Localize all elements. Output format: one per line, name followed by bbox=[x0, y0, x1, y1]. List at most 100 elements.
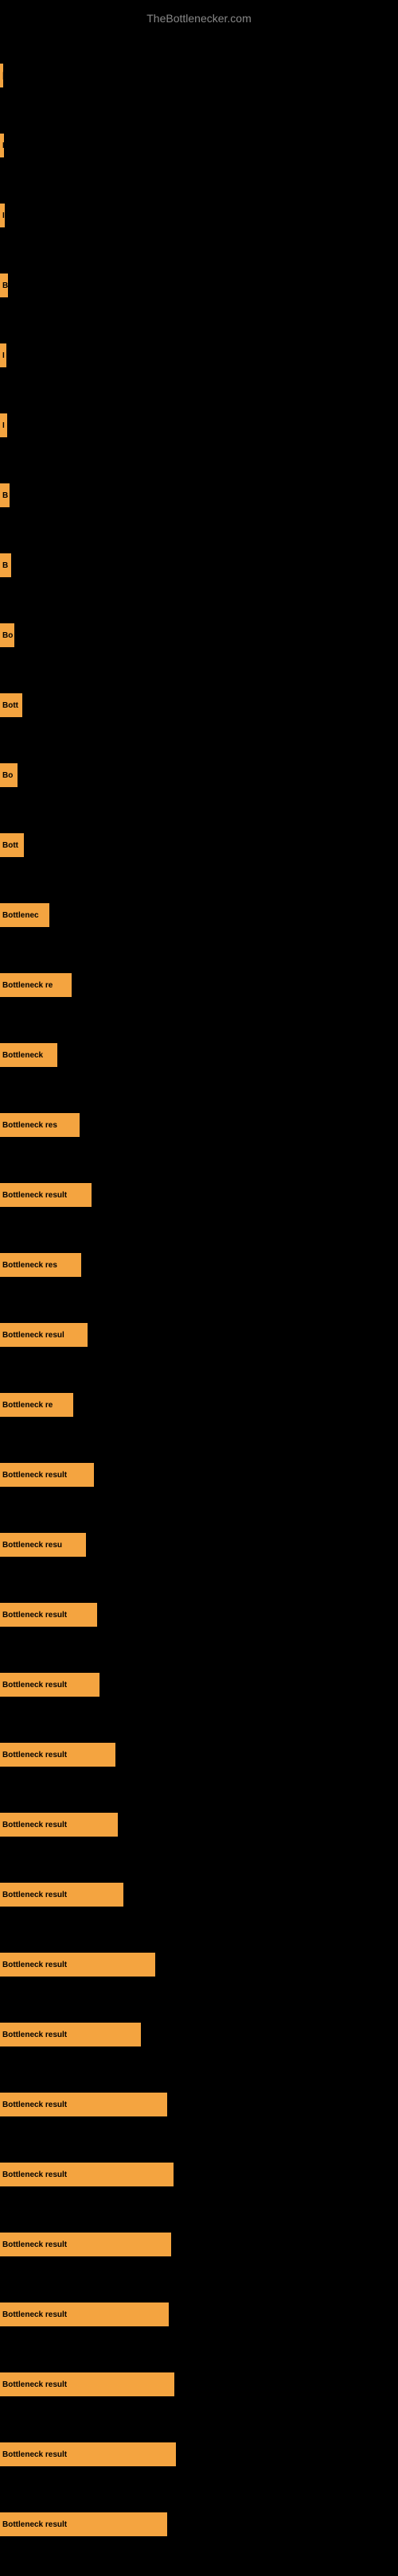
bar-label: Bottleneck result bbox=[2, 2240, 67, 2249]
bar-row: Bott bbox=[0, 833, 398, 897]
bar: Bottleneck bbox=[0, 1043, 57, 1067]
bar-label: Bottleneck res bbox=[2, 1261, 57, 1270]
bar-row: Bottleneck result bbox=[0, 1183, 398, 1247]
bar-label: Bottleneck result bbox=[2, 1471, 67, 1480]
bar-row: B bbox=[0, 553, 398, 617]
bar-row: I bbox=[0, 204, 398, 267]
bar-row: Bottleneck result bbox=[0, 1743, 398, 1806]
bar: Bottleneck result bbox=[0, 2372, 174, 2396]
bar-row: I bbox=[0, 343, 398, 407]
bar-row: Bottleneck result bbox=[0, 1883, 398, 1946]
bar-row: Bottleneck result bbox=[0, 2512, 398, 2576]
site-title: TheBottlenecker.com bbox=[0, 4, 398, 29]
bar-label: Bottlenec bbox=[2, 911, 39, 920]
bar-row: Bottleneck res bbox=[0, 1253, 398, 1317]
bar: Bottleneck resu bbox=[0, 1533, 86, 1557]
bar: Bottleneck result bbox=[0, 1183, 92, 1207]
bar: Bottleneck result bbox=[0, 2093, 167, 2116]
bar-row: Bottlenec bbox=[0, 903, 398, 967]
bar-label: Bottleneck result bbox=[2, 2101, 67, 2109]
bar: Bottleneck re bbox=[0, 1393, 73, 1417]
bar: B bbox=[0, 483, 10, 507]
bar: Bottleneck result bbox=[0, 1463, 94, 1487]
bar: Bottleneck result bbox=[0, 1883, 123, 1907]
bar-label: Bottleneck resu bbox=[2, 1541, 62, 1550]
bar-label: Bottleneck result bbox=[2, 1961, 67, 1969]
bar-label: Bottleneck result bbox=[2, 2520, 67, 2529]
bar-label: Bottleneck bbox=[2, 1051, 43, 1060]
bar-label: I bbox=[2, 351, 5, 360]
bar: Bottleneck result bbox=[0, 2442, 176, 2466]
bar: Bottleneck result bbox=[0, 1813, 118, 1837]
bar-row: Bo bbox=[0, 763, 398, 827]
bar: Bott bbox=[0, 833, 24, 857]
bar: I bbox=[0, 413, 7, 437]
bar-row: Bottleneck result bbox=[0, 2372, 398, 2436]
bar: Bottleneck result bbox=[0, 1743, 115, 1767]
bar-label: Bottleneck result bbox=[2, 1611, 67, 1620]
bar: Bottleneck resul bbox=[0, 1323, 88, 1347]
bar: Bottleneck result bbox=[0, 2302, 169, 2326]
bar-label: | bbox=[2, 72, 3, 80]
bar-label: I bbox=[2, 421, 5, 430]
bar-label: Bo bbox=[2, 771, 13, 780]
bar: Bo bbox=[0, 623, 14, 647]
bar-label: Bottleneck result bbox=[2, 2031, 67, 2039]
bar-row: Bottleneck result bbox=[0, 1953, 398, 2016]
bar-row: Bottleneck result bbox=[0, 2023, 398, 2086]
bar-row: Bottleneck result bbox=[0, 2093, 398, 2156]
bar-row: Bottleneck result bbox=[0, 2302, 398, 2366]
bar: B bbox=[0, 274, 8, 297]
bar: Bottleneck re bbox=[0, 973, 72, 997]
bar-row: Bottleneck result bbox=[0, 1673, 398, 1736]
bar-label: I bbox=[2, 142, 4, 150]
bar-label: Bottleneck re bbox=[2, 1401, 53, 1410]
bar-row: Bottleneck result bbox=[0, 2163, 398, 2226]
bar-label: Bottleneck res bbox=[2, 1121, 57, 1130]
bar-label: Bottleneck result bbox=[2, 1191, 67, 1200]
bar-label: Bottleneck result bbox=[2, 2310, 67, 2319]
bar-label: Bott bbox=[2, 841, 18, 850]
bar-row: Bottleneck res bbox=[0, 1113, 398, 1177]
bar: Bo bbox=[0, 763, 18, 787]
bar: I bbox=[0, 204, 5, 227]
bar-label: Bottleneck re bbox=[2, 981, 53, 990]
bar: Bottleneck result bbox=[0, 2512, 167, 2536]
bar-label: Bottleneck result bbox=[2, 1751, 67, 1759]
bar: Bottleneck res bbox=[0, 1253, 81, 1277]
bar-label: Bottleneck result bbox=[2, 1891, 67, 1899]
bar-label: Bottleneck result bbox=[2, 2171, 67, 2179]
bar-label: Bott bbox=[2, 701, 18, 710]
bar: Bott bbox=[0, 693, 22, 717]
bar-row: B bbox=[0, 274, 398, 337]
bar: Bottleneck res bbox=[0, 1113, 80, 1137]
bar-label: I bbox=[2, 211, 5, 220]
bar-row: Bottleneck result bbox=[0, 1813, 398, 1876]
bar-label: Bottleneck result bbox=[2, 2450, 67, 2459]
bar-label: B bbox=[2, 491, 8, 500]
bar-label: Bottleneck result bbox=[2, 2380, 67, 2389]
bar-row: I bbox=[0, 134, 398, 197]
bar: Bottleneck result bbox=[0, 1953, 155, 1977]
bar-row: Bottleneck bbox=[0, 1043, 398, 1107]
bar-label: Bottleneck result bbox=[2, 1681, 67, 1690]
bar-row: Bottleneck result bbox=[0, 1603, 398, 1666]
bar-label: Bottleneck resul bbox=[2, 1331, 64, 1340]
bar-row: I bbox=[0, 413, 398, 477]
bar-row: Bottleneck re bbox=[0, 973, 398, 1037]
bar-label: B bbox=[2, 561, 8, 570]
bar-row: Bottleneck result bbox=[0, 2442, 398, 2506]
bar-row: | bbox=[0, 64, 398, 127]
bar: Bottleneck result bbox=[0, 2023, 141, 2046]
bar-label: Bo bbox=[2, 631, 13, 640]
bar-row: Bott bbox=[0, 693, 398, 757]
bar: Bottleneck result bbox=[0, 2163, 174, 2186]
bar: | bbox=[0, 64, 3, 87]
bar-row: Bottleneck result bbox=[0, 1463, 398, 1527]
bar-label: Bottleneck result bbox=[2, 1821, 67, 1829]
bar: Bottleneck result bbox=[0, 1603, 97, 1627]
bar-row: Bottleneck re bbox=[0, 1393, 398, 1457]
bar-row: Bottleneck resu bbox=[0, 1533, 398, 1596]
bar-label: B bbox=[2, 281, 8, 290]
bar-row: Bo bbox=[0, 623, 398, 687]
